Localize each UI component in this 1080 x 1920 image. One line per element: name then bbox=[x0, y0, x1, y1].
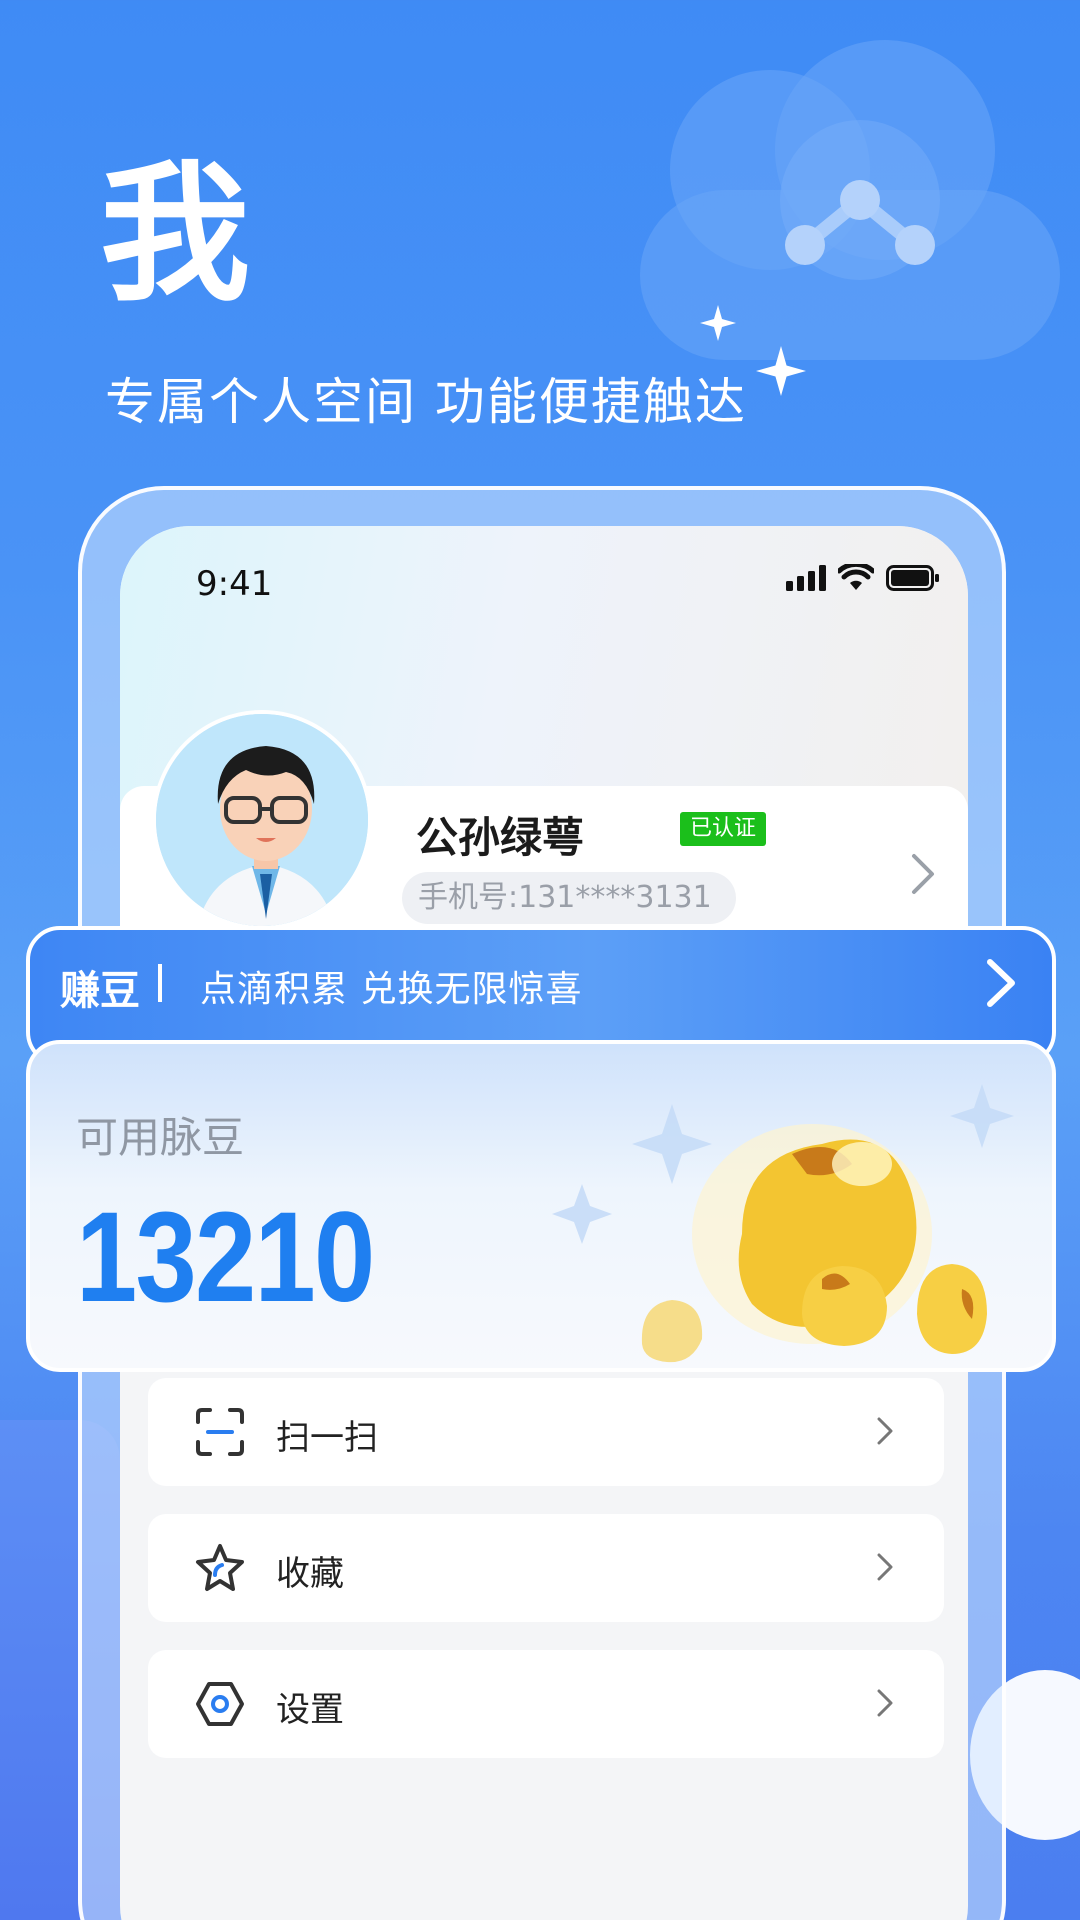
menu-item-settings[interactable]: 设置 bbox=[148, 1650, 944, 1758]
earn-title: 赚豆 bbox=[60, 968, 140, 1014]
page-title: 我 bbox=[100, 148, 255, 322]
earn-description: 点滴积累 兑换无限惊喜 bbox=[200, 969, 583, 1010]
sparkle-icon bbox=[700, 305, 736, 341]
sparkle-icon bbox=[756, 346, 806, 396]
menu-item-scan[interactable]: 扫一扫 bbox=[148, 1378, 944, 1486]
chevron-right-icon bbox=[877, 1417, 893, 1445]
cloud-share-illustration bbox=[640, 40, 1060, 360]
chevron-right-icon bbox=[877, 1689, 893, 1717]
settings-icon bbox=[196, 1682, 244, 1726]
beans-label: 可用脉豆 bbox=[76, 1113, 245, 1162]
menu-item-favorites[interactable]: 收藏 bbox=[148, 1514, 944, 1622]
golden-beans-illustration bbox=[552, 1084, 1014, 1363]
battery-icon bbox=[886, 565, 939, 591]
menu-label: 扫一扫 bbox=[276, 1418, 378, 1458]
wifi-icon bbox=[838, 564, 874, 590]
chevron-right-icon[interactable] bbox=[984, 956, 1018, 1010]
menu-label: 收藏 bbox=[276, 1554, 344, 1594]
menu-label: 设置 bbox=[276, 1690, 344, 1730]
chevron-right-icon bbox=[877, 1553, 893, 1581]
divider bbox=[158, 964, 162, 1002]
doctor-avatar-illustration bbox=[156, 714, 368, 926]
status-time: 9:41 bbox=[196, 564, 273, 604]
beans-value: 13210 bbox=[76, 1186, 375, 1329]
star-icon bbox=[196, 1544, 244, 1591]
page-subtitle: 专属个人空间 功能便捷触达 bbox=[105, 373, 747, 431]
phone-number: 手机号:131****3131 bbox=[402, 872, 736, 924]
avatar[interactable] bbox=[152, 710, 372, 930]
beans-balance-card: 可用脉豆 13210 bbox=[26, 1040, 1056, 1372]
status-icons bbox=[786, 564, 940, 592]
signal-icon bbox=[786, 565, 826, 591]
scan-icon bbox=[196, 1408, 244, 1456]
user-name: 公孙绿萼 bbox=[416, 813, 585, 862]
chevron-right-icon[interactable] bbox=[910, 852, 936, 896]
verified-badge: 已认证 bbox=[680, 812, 767, 846]
